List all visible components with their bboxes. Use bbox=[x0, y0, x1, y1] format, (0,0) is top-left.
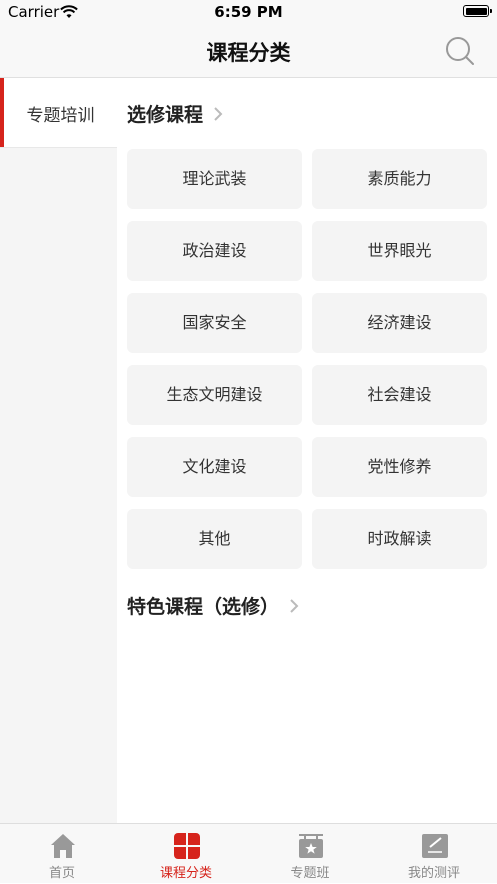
section-title: 特色课程（选修） bbox=[127, 596, 280, 618]
course-category-button[interactable]: 其他 bbox=[127, 509, 302, 569]
search-icon bbox=[446, 37, 474, 65]
clock: 6:59 PM bbox=[214, 3, 283, 21]
course-category-button[interactable]: 理论武装 bbox=[127, 149, 302, 209]
category-sidebar: 专题培训 bbox=[0, 78, 117, 823]
section-title: 选修课程 bbox=[127, 104, 204, 126]
tab-label: 专题班 bbox=[290, 866, 330, 881]
divider bbox=[0, 147, 117, 148]
course-category-button[interactable]: 国家安全 bbox=[127, 293, 302, 353]
tab-home[interactable]: 首页 bbox=[0, 824, 124, 884]
category-grid-icon bbox=[174, 833, 200, 859]
battery-icon bbox=[463, 5, 492, 17]
section-header-featured[interactable]: 特色课程（选修） bbox=[127, 592, 299, 619]
status-bar: Carrier 6:59 PM bbox=[0, 0, 497, 24]
star-board-icon bbox=[299, 834, 323, 858]
search-button[interactable] bbox=[444, 35, 476, 67]
course-category-button[interactable]: 文化建设 bbox=[127, 437, 302, 497]
course-category-button[interactable]: 时政解读 bbox=[312, 509, 487, 569]
course-category-button[interactable]: 政治建设 bbox=[127, 221, 302, 281]
page-title: 课程分类 bbox=[206, 41, 291, 65]
tab-course-category[interactable]: 课程分类 bbox=[124, 824, 248, 884]
category-content: 选修课程 理论武装 素质能力 政治建设 世界眼光 国家安全 经济建设 生态文明建… bbox=[117, 78, 497, 823]
section-header-elective[interactable]: 选修课程 bbox=[127, 100, 223, 127]
course-category-button[interactable]: 生态文明建设 bbox=[127, 365, 302, 425]
tab-bar: 首页 课程分类 专题班 我的测评 bbox=[0, 823, 497, 883]
evaluation-icon bbox=[422, 834, 448, 858]
chevron-right-icon bbox=[290, 598, 299, 613]
course-category-button[interactable]: 经济建设 bbox=[312, 293, 487, 353]
tab-label: 我的测评 bbox=[407, 866, 460, 881]
navigation-bar: 课程分类 bbox=[0, 24, 497, 78]
sidebar-item-label: 专题培训 bbox=[26, 106, 95, 126]
course-category-button[interactable]: 世界眼光 bbox=[312, 221, 487, 281]
tab-label: 课程分类 bbox=[159, 866, 212, 881]
tab-label: 首页 bbox=[48, 866, 75, 881]
sidebar-item-special-training[interactable]: 专题培训 bbox=[0, 78, 117, 148]
tab-my-evaluation[interactable]: 我的测评 bbox=[372, 824, 496, 884]
course-category-button[interactable]: 党性修养 bbox=[312, 437, 487, 497]
course-category-button[interactable]: 素质能力 bbox=[312, 149, 487, 209]
chevron-right-icon bbox=[214, 106, 223, 121]
tab-special-class[interactable]: 专题班 bbox=[248, 824, 372, 884]
course-category-button[interactable]: 社会建设 bbox=[312, 365, 487, 425]
home-icon bbox=[51, 834, 75, 858]
